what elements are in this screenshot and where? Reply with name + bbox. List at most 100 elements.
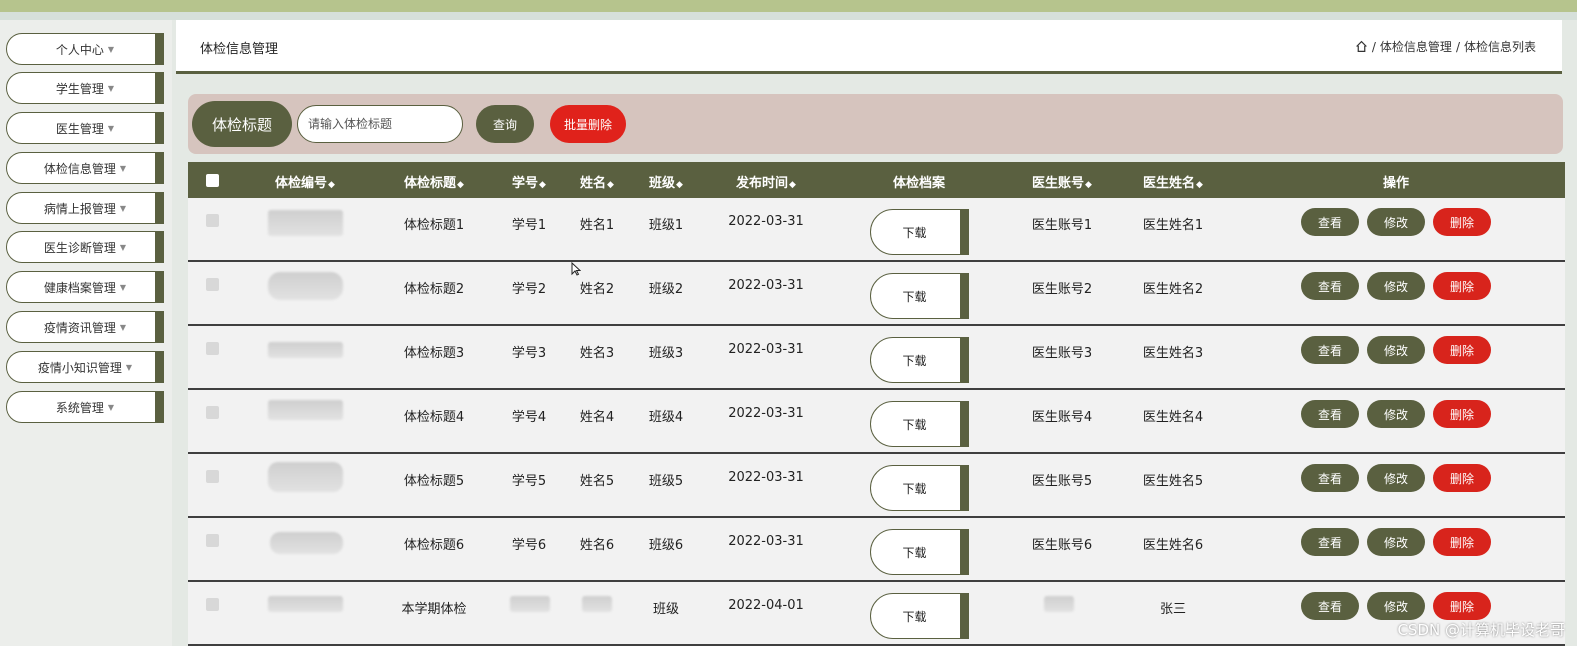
page-header: 体检信息管理 / 体检信息管理 / 体检信息列表 [176,20,1562,74]
sidebar-item-personal-center[interactable]: 个人中心 ▼ [6,33,164,65]
download-button[interactable]: 下载 [870,465,969,511]
cell-title: 体检标题2 [403,282,465,297]
edit-button[interactable]: 修改 [1367,464,1425,492]
batch-delete-button[interactable]: 批量删除 [550,105,626,143]
view-button[interactable]: 查看 [1301,272,1359,300]
row-checkbox[interactable] [206,470,219,483]
cell-student-no: 学号5 [511,474,547,489]
delete-button[interactable]: 删除 [1433,208,1491,236]
download-button[interactable]: 下载 [870,529,969,575]
cell-doctor-name: 医生姓名6 [1142,538,1204,553]
sidebar-item-health-records[interactable]: 健康档案管理 ▼ [6,271,164,303]
sidebar-item-system-management[interactable]: 系统管理 ▼ [6,391,164,423]
column-header-code[interactable]: 体检编号◆ [275,172,335,191]
view-button[interactable]: 查看 [1301,400,1359,428]
view-button[interactable]: 查看 [1301,336,1359,364]
sort-icon: ◆ [1196,180,1203,190]
watermark: CSDN @计算机毕设老哥 [1397,621,1565,639]
column-header-ops: 操作 [1382,176,1410,191]
edit-button[interactable]: 修改 [1367,336,1425,364]
sidebar-item-doctor-management[interactable]: 医生管理 ▼ [6,112,164,144]
query-button[interactable]: 查询 [476,105,534,143]
breadcrumb: / 体检信息管理 / 体检信息列表 [1355,38,1536,55]
sort-icon: ◆ [1085,180,1092,190]
download-button[interactable]: 下载 [870,593,969,639]
cell-class: 班级3 [648,346,684,361]
column-header-doctor-name[interactable]: 医生姓名◆ [1143,172,1203,191]
cell-class: 班级1 [648,218,684,233]
cell-publish-time: 2022-03-31 [728,406,804,421]
row-checkbox[interactable] [206,598,219,611]
edit-button[interactable]: 修改 [1367,208,1425,236]
edit-button[interactable]: 修改 [1367,400,1425,428]
home-icon[interactable] [1355,40,1368,53]
sidebar-item-label: 医生管理 [55,121,104,136]
caret-down-icon: ▼ [107,123,115,133]
exam-title-search-input[interactable] [297,105,463,143]
column-header-name[interactable]: 姓名◆ [580,172,614,191]
cell-class: 班级5 [648,474,684,489]
row-checkbox[interactable] [206,278,219,291]
view-button[interactable]: 查看 [1301,528,1359,556]
caret-down-icon: ▼ [119,163,127,173]
row-checkbox[interactable] [206,214,219,227]
column-header-publish-time[interactable]: 发布时间◆ [736,172,796,191]
edit-button[interactable]: 修改 [1367,272,1425,300]
delete-button[interactable]: 删除 [1433,464,1491,492]
delete-button[interactable]: 删除 [1433,528,1491,556]
sort-icon: ◆ [457,180,464,190]
column-header-class[interactable]: 班级◆ [649,172,683,191]
table-row: 体检标题6 学号6 姓名6 班级6 2022-03-31 下载 医生账号6 医生… [188,518,1565,582]
delete-button[interactable]: 删除 [1433,400,1491,428]
cell-doctor-name: 医生姓名3 [1142,346,1204,361]
edit-button[interactable]: 修改 [1367,592,1425,620]
delete-button[interactable]: 删除 [1433,336,1491,364]
sidebar-item-label: 系统管理 [55,400,104,415]
download-button[interactable]: 下载 [870,401,969,447]
sidebar-item-label: 疫情小知识管理 [37,360,122,375]
delete-button[interactable]: 删除 [1433,592,1491,620]
sidebar-item-epidemic-knowledge[interactable]: 疫情小知识管理 ▼ [6,351,164,383]
sort-icon: ◆ [789,180,796,190]
cell-publish-time: 2022-03-31 [728,470,804,485]
edit-button[interactable]: 修改 [1367,528,1425,556]
cell-doctor-account: 医生账号1 [1031,218,1093,233]
download-button[interactable]: 下载 [870,273,969,319]
delete-button[interactable]: 删除 [1433,272,1491,300]
download-button[interactable]: 下载 [870,209,969,255]
breadcrumb-item-exam-management[interactable]: 体检信息管理 [1380,38,1452,55]
table-row: 体检标题1 学号1 姓名1 班级1 2022-03-31 下载 医生账号1 医生… [188,198,1565,262]
caret-down-icon: ▼ [107,402,115,412]
cell-name: 姓名5 [579,474,615,489]
cell-class: 班级6 [648,538,684,553]
cell-doctor-account: 医生账号6 [1031,538,1093,553]
download-button[interactable]: 下载 [870,337,969,383]
cell-doctor-name: 医生姓名4 [1142,410,1204,425]
sidebar-item-label: 医生诊断管理 [43,240,116,255]
view-button[interactable]: 查看 [1301,592,1359,620]
select-all-checkbox[interactable] [206,174,219,187]
sidebar-item-epidemic-news[interactable]: 疫情资讯管理 ▼ [6,311,164,343]
sidebar-item-exam-management[interactable]: 体检信息管理 ▼ [6,152,164,184]
cell-name: 姓名1 [579,218,615,233]
caret-down-icon: ▼ [119,282,127,292]
search-label: 体检标题 [192,101,292,147]
top-banner [0,0,1577,12]
cell-class: 班级 [652,602,680,617]
row-checkbox[interactable] [206,534,219,547]
row-checkbox[interactable] [206,406,219,419]
cell-student-no: 学号4 [511,410,547,425]
sidebar-item-condition-report[interactable]: 病情上报管理 ▼ [6,192,164,224]
cell-doctor-name: 张三 [1159,602,1187,617]
view-button[interactable]: 查看 [1301,208,1359,236]
column-header-student-no[interactable]: 学号◆ [512,172,546,191]
row-checkbox[interactable] [206,342,219,355]
view-button[interactable]: 查看 [1301,464,1359,492]
redacted-code [270,532,343,554]
page-title: 体检信息管理 [200,42,279,57]
column-header-doctor-account[interactable]: 医生账号◆ [1032,172,1092,191]
redacted-code [268,342,343,358]
sidebar-item-student-management[interactable]: 学生管理 ▼ [6,72,164,104]
sidebar-item-diagnosis-management[interactable]: 医生诊断管理 ▼ [6,231,164,263]
column-header-title[interactable]: 体检标题◆ [404,172,464,191]
